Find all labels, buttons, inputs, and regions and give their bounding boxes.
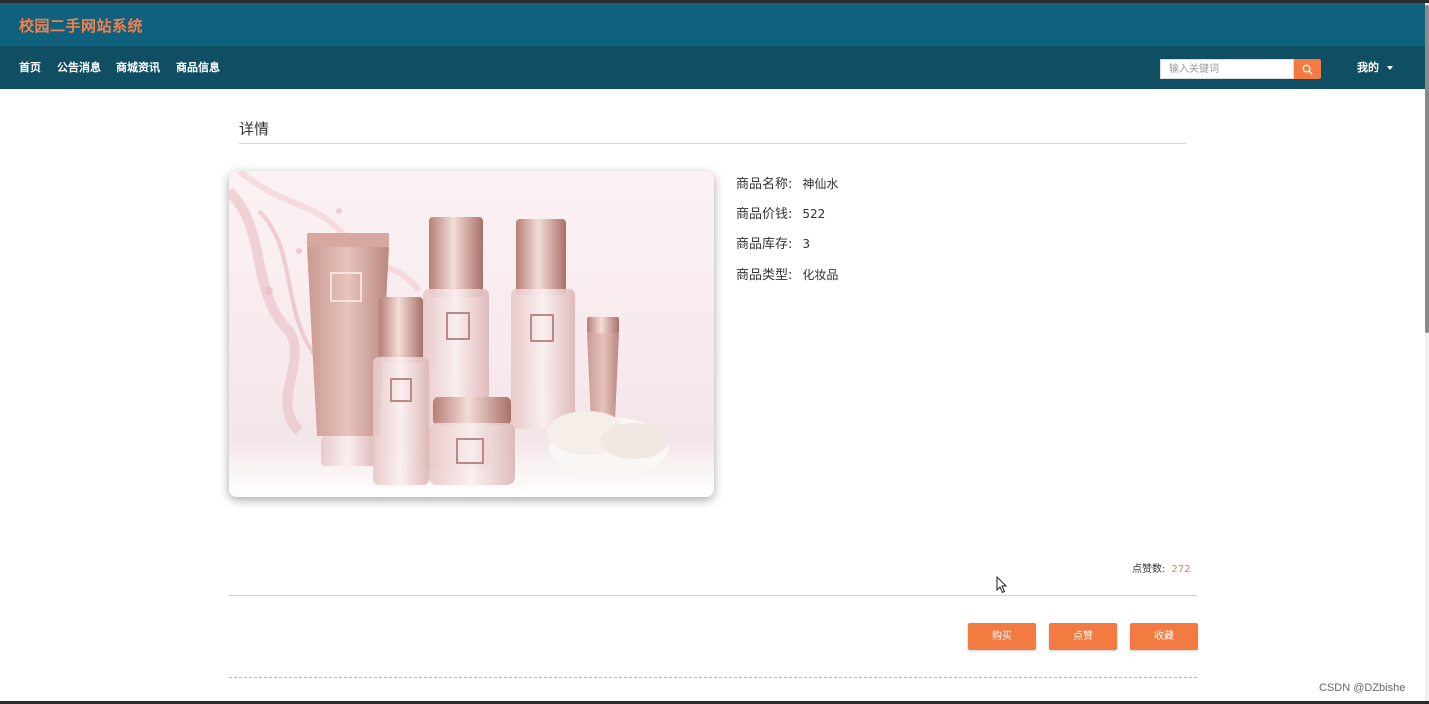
likes-count: 点赞数: 272 — [1132, 560, 1190, 575]
favorite-button[interactable]: 收藏 — [1130, 623, 1198, 650]
product-price-value: 522 — [802, 207, 826, 221]
top-header: 校园二手网站系统 — [0, 3, 1425, 46]
nav-item-mall-news[interactable]: 商城资讯 — [116, 46, 160, 89]
search-input[interactable] — [1160, 59, 1294, 79]
product-name-row: 商品名称: 神仙水 — [736, 173, 838, 192]
product-stock-value: 3 — [802, 237, 811, 251]
like-button[interactable]: 点赞 — [1049, 623, 1117, 650]
user-menu[interactable]: 我的 — [1357, 46, 1393, 89]
nav-item-home[interactable]: 首页 — [19, 46, 41, 89]
product-type-row: 商品类型: 化妆品 — [736, 264, 838, 283]
caret-down-icon — [1387, 66, 1393, 70]
search-button[interactable] — [1294, 59, 1321, 79]
dashed-divider — [229, 677, 1197, 678]
scrollbar-thumb[interactable] — [1425, 5, 1429, 333]
likes-label: 点赞数: — [1132, 564, 1166, 575]
search-icon — [1302, 64, 1313, 75]
buy-button[interactable]: 购买 — [968, 623, 1036, 650]
product-name-label: 商品名称: — [736, 177, 793, 192]
product-stock-label: 商品库存: — [736, 237, 793, 252]
title-divider — [239, 143, 1187, 144]
product-stock-row: 商品库存: 3 — [736, 233, 810, 252]
product-price-row: 商品价钱: 522 — [736, 203, 825, 222]
cosmetics-illustration — [229, 171, 714, 497]
product-type-label: 商品类型: — [736, 268, 793, 283]
product-name-value: 神仙水 — [802, 177, 839, 191]
product-image — [229, 171, 714, 497]
product-price-label: 商品价钱: — [736, 207, 793, 222]
site-title[interactable]: 校园二手网站系统 — [19, 15, 143, 36]
main-nav: 首页 公告消息 商城资讯 商品信息 我的 — [0, 46, 1425, 89]
mouse-cursor-icon — [996, 576, 1008, 594]
content-divider — [229, 595, 1197, 596]
watermark: CSDN @DZbishe — [1319, 682, 1406, 694]
page-frame: 校园二手网站系统 首页 公告消息 商城资讯 商品信息 我的 详情 — [0, 3, 1425, 701]
nav-item-announcements[interactable]: 公告消息 — [57, 46, 101, 89]
nav-item-products[interactable]: 商品信息 — [176, 46, 220, 89]
product-type-value: 化妆品 — [802, 268, 839, 282]
user-menu-label: 我的 — [1357, 61, 1379, 74]
likes-number: 272 — [1171, 564, 1191, 575]
section-title: 详情 — [239, 120, 270, 138]
